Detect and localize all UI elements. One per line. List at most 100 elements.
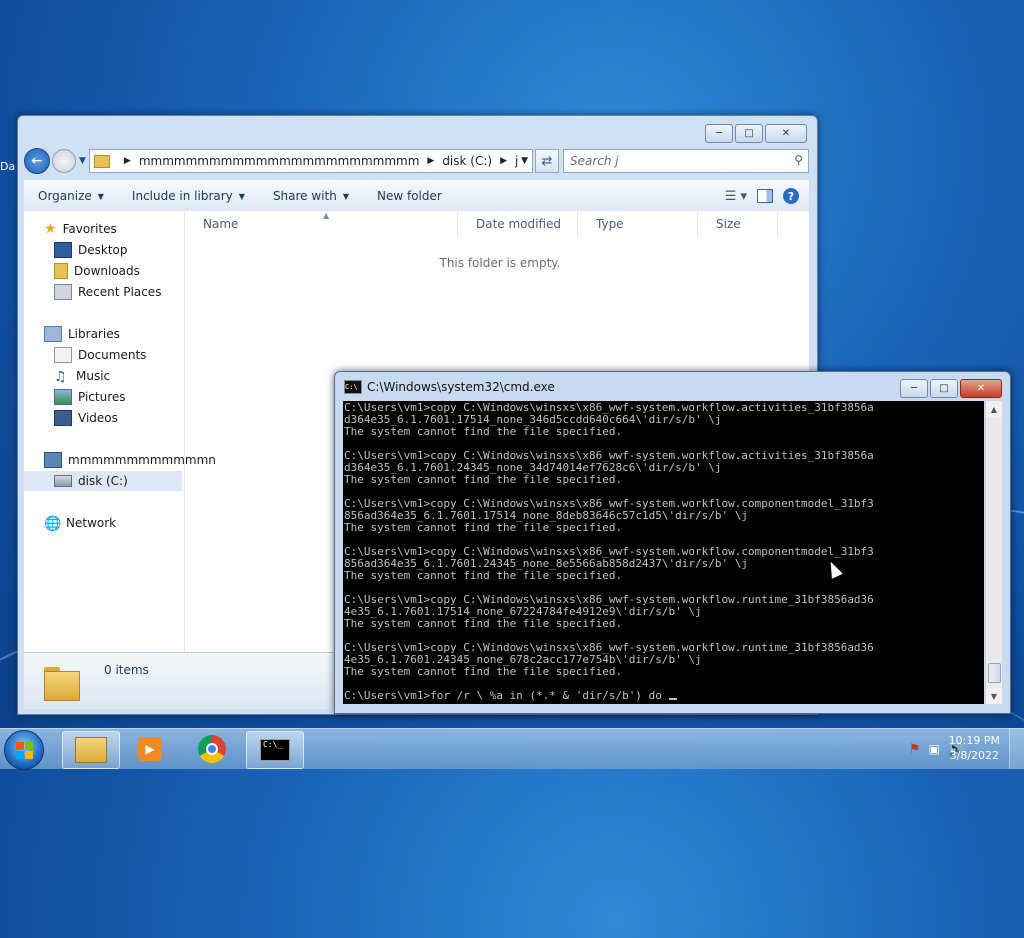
taskbar-explorer-button[interactable] (62, 731, 120, 769)
taskbar-chrome-button[interactable] (184, 731, 240, 767)
nav-desktop[interactable]: Desktop (54, 240, 128, 260)
clock-date: 3/8/2022 (949, 749, 1000, 762)
nav-documents[interactable]: Documents (54, 345, 146, 365)
cmd-window[interactable]: C:\ C:\Windows\system32\cmd.exe ─ □ ✕ C:… (334, 371, 1011, 714)
preview-pane-icon[interactable] (757, 189, 773, 203)
close-button[interactable]: ✕ (765, 124, 807, 143)
nav-favorites[interactable]: ★ Favorites (44, 219, 117, 239)
console-output[interactable]: C:\Users\vm1>copy C:\Windows\winsxs\x86_… (343, 401, 984, 704)
nav-downloads[interactable]: Downloads (54, 261, 140, 281)
cmd-window-controls: ─ □ ✕ (900, 379, 1002, 398)
text-cursor (668, 698, 677, 700)
items-count: 0 items (104, 663, 149, 677)
search-icon[interactable]: ⚲ (794, 153, 803, 167)
clock-time: 10:19 PM (948, 734, 1000, 747)
column-header-date-modified[interactable]: Date modified (458, 211, 578, 237)
maximize-button[interactable]: □ (735, 124, 763, 143)
music-icon: ♫ (54, 369, 67, 385)
nav-music-label: Music (76, 369, 111, 383)
pictures-icon (54, 389, 72, 405)
documents-icon (54, 347, 72, 363)
chrome-icon (198, 735, 226, 763)
media-player-icon: ▶ (138, 737, 162, 761)
minimize-button[interactable]: ─ (705, 124, 733, 143)
computer-icon (44, 452, 62, 468)
navigation-pane[interactable]: ★ Favorites Desktop Downloads Recent Pla… (24, 211, 216, 652)
desktop-icon (54, 242, 72, 258)
taskbar-media-player-button[interactable]: ▶ (122, 731, 178, 767)
back-button[interactable]: ← (24, 148, 50, 174)
console-icon: C:\ (344, 380, 362, 394)
chevron-down-icon: ▼ (342, 191, 349, 201)
minimize-button[interactable]: ─ (900, 379, 928, 398)
breadcrumb-folder[interactable]: j (515, 154, 518, 168)
new-folder-button[interactable]: New folder (363, 189, 456, 203)
column-header-name[interactable]: Name ▲ (185, 211, 458, 237)
libraries-icon (44, 326, 62, 342)
address-bar[interactable]: ▶ mmmmmmmmmmmmmmmmmmmmmmmm ▶ disk (C:) ▶… (88, 149, 533, 173)
desktop-icon-label[interactable]: Da (0, 160, 15, 173)
help-icon[interactable]: ? (783, 188, 799, 204)
maximize-button[interactable]: □ (930, 379, 958, 398)
scroll-down-icon[interactable]: ▼ (986, 688, 1002, 704)
search-placeholder: Search j (570, 154, 619, 168)
organize-button[interactable]: Organize ▼ (24, 189, 118, 203)
window-controls: ─ □ ✕ (705, 124, 807, 143)
network-status-icon[interactable]: ▣ (928, 742, 939, 756)
nav-favorites-label: Favorites (62, 222, 117, 236)
chevron-right-icon[interactable]: ▶ (124, 156, 131, 166)
downloads-icon (54, 263, 68, 279)
nav-network[interactable]: 🌐 Network (44, 513, 116, 533)
nav-libraries[interactable]: Libraries (44, 324, 120, 344)
column-date-label: Date modified (476, 217, 562, 231)
share-with-button[interactable]: Share with ▼ (259, 189, 363, 203)
forward-button[interactable] (52, 149, 76, 173)
empty-folder-message: This folder is empty. (439, 256, 561, 270)
breadcrumb-disk[interactable]: disk (C:) (442, 154, 492, 168)
column-size-label: Size (716, 217, 741, 231)
cmd-title: C:\Windows\system32\cmd.exe (367, 380, 555, 394)
recent-pages-dropdown[interactable]: ▼ (79, 156, 86, 166)
scroll-thumb[interactable] (988, 663, 1001, 683)
refresh-button[interactable]: ⇄ (535, 149, 559, 173)
nav-videos-label: Videos (78, 411, 118, 425)
column-header-type[interactable]: Type (578, 211, 698, 237)
nav-music[interactable]: ♫ Music (54, 366, 110, 386)
nav-pictures[interactable]: Pictures (54, 387, 126, 407)
share-with-label: Share with (272, 189, 337, 203)
taskbar-cmd-button[interactable]: C:\_ (246, 731, 304, 769)
chevron-down-icon: ▼ (97, 191, 104, 201)
videos-icon (54, 410, 72, 426)
nav-videos[interactable]: Videos (54, 408, 118, 428)
star-icon: ★ (44, 221, 57, 237)
clock[interactable]: 10:19 PM 3/8/2022 (949, 733, 1000, 763)
search-input[interactable]: Search j ⚲ (563, 149, 809, 173)
folder-icon (44, 663, 80, 701)
column-header-size[interactable]: Size (698, 211, 778, 237)
show-desktop-button[interactable] (1009, 729, 1024, 769)
close-button[interactable]: ✕ (960, 379, 1002, 398)
command-bar: Organize ▼ Include in library ▼ Share with… (24, 180, 809, 212)
cmd-title-bar[interactable]: C:\ C:\Windows\system32\cmd.exe (344, 380, 555, 394)
start-button[interactable] (4, 730, 44, 770)
nav-recent-places[interactable]: Recent Places (54, 282, 161, 302)
breadcrumb-computer[interactable]: mmmmmmmmmmmmmmmmmmmmmmmm (139, 154, 420, 168)
console-prompt[interactable]: C:\Users\vm1>for /r \ %a in (*.* & 'dir/… (344, 689, 669, 702)
nav-disk-c[interactable]: disk (C:) (24, 471, 182, 491)
action-center-icon[interactable]: ⚑ (909, 742, 921, 757)
nav-network-label: Network (66, 516, 117, 530)
recent-places-icon (54, 284, 72, 300)
nav-disk-c-label: disk (C:) (78, 474, 128, 488)
view-options-icon[interactable]: ☰ ▾ (725, 189, 747, 204)
nav-documents-label: Documents (78, 348, 147, 362)
include-in-library-button[interactable]: Include in library ▼ (118, 189, 259, 203)
chevron-right-icon[interactable]: ▶ (427, 156, 434, 166)
cmd-scrollbar[interactable]: ▲ ▼ (985, 401, 1002, 704)
include-in-library-label: Include in library (131, 189, 233, 203)
chevron-down-icon[interactable]: ▼ (521, 156, 528, 166)
nav-desktop-label: Desktop (78, 243, 128, 257)
console-history: C:\Users\vm1>copy C:\Windows\winsxs\x86_… (344, 401, 874, 678)
chevron-right-icon[interactable]: ▶ (500, 156, 507, 166)
chevron-down-icon: ▼ (238, 191, 245, 201)
scroll-up-icon[interactable]: ▲ (986, 401, 1002, 417)
